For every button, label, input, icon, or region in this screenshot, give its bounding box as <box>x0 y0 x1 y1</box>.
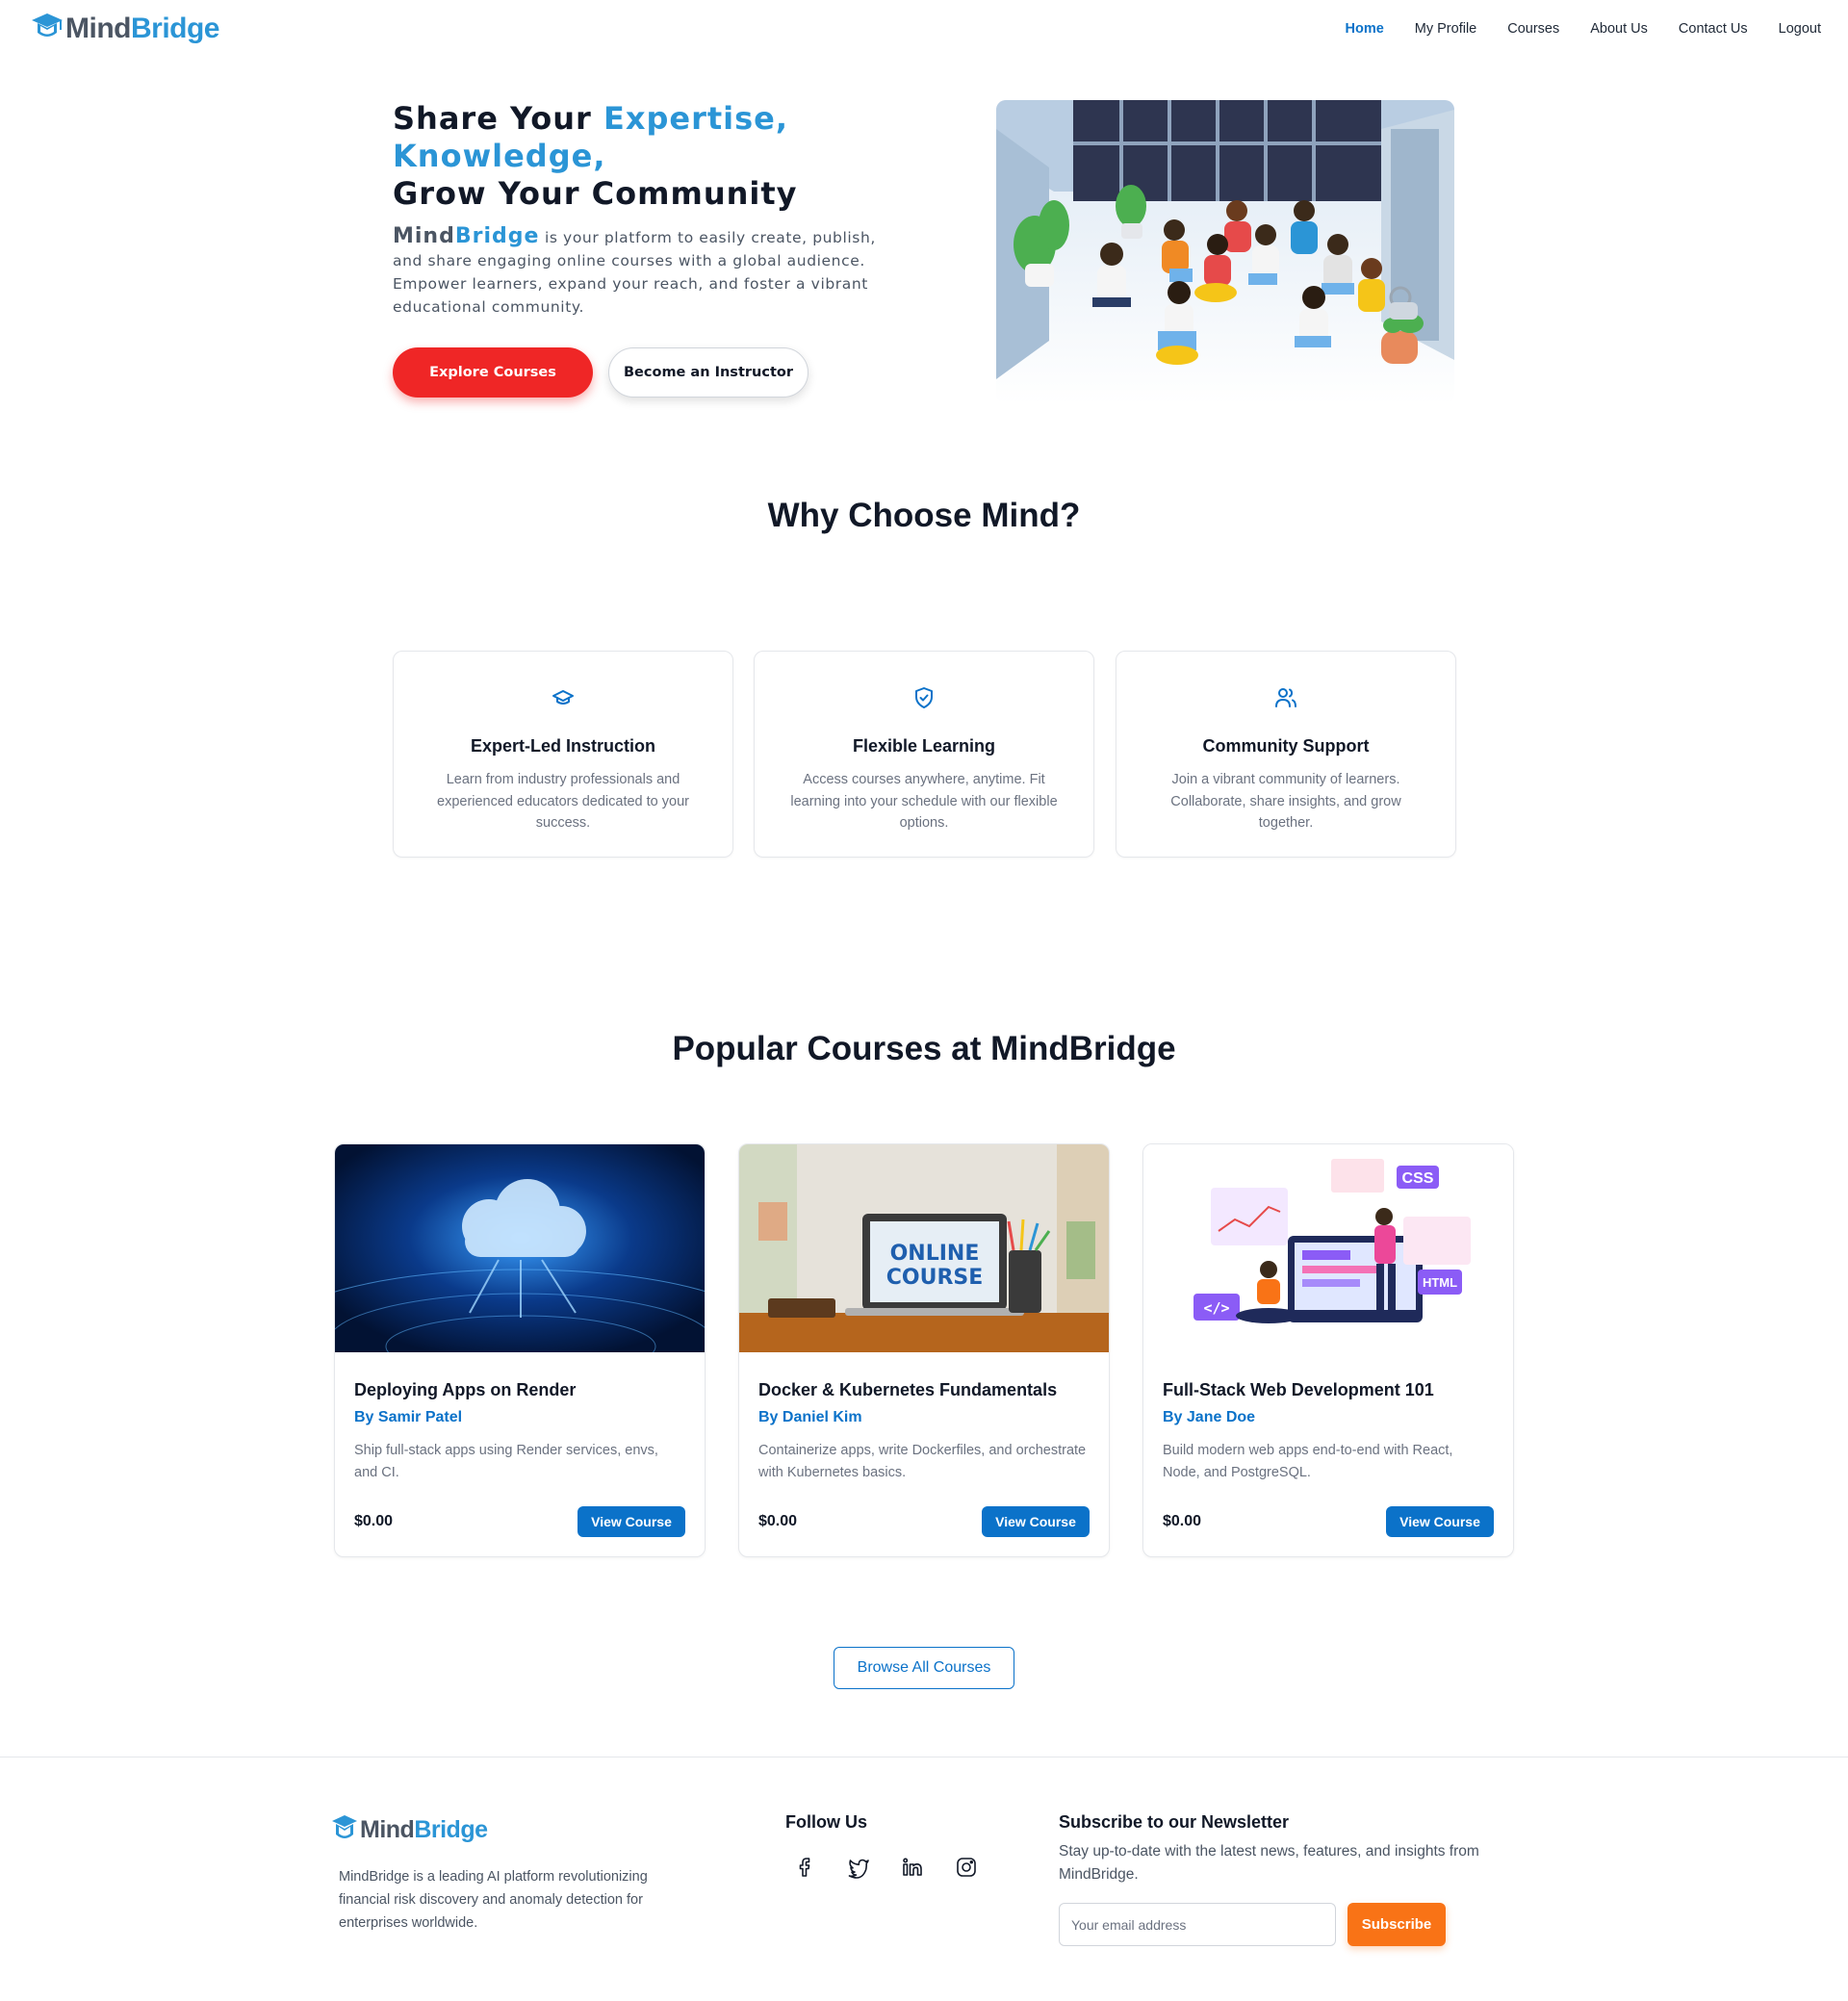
subscribe-button[interactable]: Subscribe <box>1348 1903 1446 1946</box>
top-navbar: MindBridge Home My Profile Courses About… <box>0 0 1848 60</box>
feature-description: Join a vibrant community of learners. Co… <box>1170 772 1401 831</box>
course-image-web-dev: CSS HTML </> <box>1143 1144 1513 1352</box>
become-instructor-button[interactable]: Become an Instructor <box>608 347 808 398</box>
view-course-button[interactable]: View Course <box>1386 1506 1494 1537</box>
course-image-cloud <box>335 1144 705 1352</box>
feature-title: Flexible Learning <box>852 736 996 756</box>
social-links <box>793 1856 978 1879</box>
nav-my-profile[interactable]: My Profile <box>1415 21 1476 37</box>
css-text: CSS <box>1402 1170 1434 1187</box>
linkedin-icon[interactable] <box>901 1856 924 1879</box>
graduation-cap-icon <box>552 686 575 714</box>
course-description: Containerize apps, write Dockerfiles, an… <box>758 1443 1087 1480</box>
feature-card-flexible: Flexible Learning Access courses anywher… <box>754 651 1094 858</box>
online-text: ONLINE <box>890 1242 980 1266</box>
course-card-fullstack[interactable]: CSS HTML </> Full-Stack Web Development … <box>1142 1143 1514 1557</box>
feature-description: Learn from industry professionals and ex… <box>437 772 689 831</box>
footer-brand-name: MindBridge <box>360 1816 488 1843</box>
brand-logo[interactable]: MindBridge <box>31 12 220 45</box>
feature-card-community: Community Support Join a vibrant communi… <box>1116 651 1456 858</box>
course-price: $0.00 <box>1163 1513 1202 1529</box>
course-title[interactable]: Deploying Apps on Render <box>354 1380 695 1400</box>
instagram-icon[interactable] <box>955 1856 978 1879</box>
feature-card-expert: Expert-Led Instruction Learn from indust… <box>393 651 733 858</box>
course-price: $0.00 <box>354 1513 394 1529</box>
footer-logo[interactable]: MindBridge <box>331 1813 488 1847</box>
follow-us-title: Follow Us <box>785 1812 867 1832</box>
nav-logout[interactable]: Logout <box>1779 21 1821 37</box>
newsletter-title: Subscribe to our Newsletter <box>1059 1812 1290 1832</box>
course-author: By Samir Patel <box>354 1409 463 1425</box>
graduation-cap-logo-icon <box>331 1813 358 1847</box>
nav-courses[interactable]: Courses <box>1507 21 1559 37</box>
nav-about-us[interactable]: About Us <box>1590 21 1648 37</box>
course-price: $0.00 <box>758 1513 798 1529</box>
course-card-render[interactable]: Deploying Apps on Render By Samir Patel … <box>334 1143 706 1557</box>
graduation-cap-logo-icon <box>31 12 64 45</box>
course-author: By Daniel Kim <box>758 1409 862 1425</box>
course-description: Ship full-stack apps using Render servic… <box>354 1443 658 1480</box>
facebook-icon[interactable] <box>793 1856 816 1879</box>
why-choose-title: Why Choose Mind? <box>767 497 1081 534</box>
nav-home[interactable]: Home <box>1345 21 1383 37</box>
feature-description: Access courses anywhere, anytime. Fit le… <box>790 772 1058 831</box>
course-card-docker[interactable]: ONLINE COURSE Docker & Kubernetes Fundam… <box>738 1143 1110 1557</box>
course-description: Build modern web apps end-to-end with Re… <box>1163 1443 1453 1480</box>
explore-courses-button[interactable]: Explore Courses <box>393 347 593 398</box>
hero-description: MindBridge is your platform to easily cr… <box>393 224 876 317</box>
hero-illustration <box>996 100 1454 404</box>
nav-contact-us[interactable]: Contact Us <box>1679 21 1748 37</box>
users-icon <box>1274 686 1297 714</box>
view-course-button[interactable]: View Course <box>982 1506 1090 1537</box>
feature-title: Community Support <box>1202 736 1370 756</box>
course-title[interactable]: Full-Stack Web Development 101 <box>1163 1380 1503 1400</box>
hero-title: Share Your Expertise, Knowledge, Grow Yo… <box>393 100 798 212</box>
twitter-icon[interactable] <box>847 1856 870 1879</box>
course-author: By Jane Doe <box>1163 1409 1256 1425</box>
newsletter-email-input[interactable] <box>1059 1903 1336 1946</box>
view-course-button[interactable]: View Course <box>578 1506 685 1537</box>
shield-check-icon <box>912 686 936 714</box>
newsletter-description: Stay up-to-date with the latest news, fe… <box>1059 1843 1479 1883</box>
brand-name: MindBridge <box>65 12 220 44</box>
browse-all-courses-button[interactable]: Browse All Courses <box>834 1647 1014 1689</box>
footer-about-text: MindBridge is a leading AI platform revo… <box>339 1869 648 1931</box>
popular-courses-title: Popular Courses at MindBridge <box>672 1030 1176 1067</box>
html-text: HTML <box>1423 1275 1457 1290</box>
hero-brand-name: MindBridge <box>393 224 540 248</box>
feature-title: Expert-Led Instruction <box>470 736 655 756</box>
svg-text:</>: </> <box>1203 1299 1229 1317</box>
course-text: COURSE <box>886 1266 984 1290</box>
nav-links: Home My Profile Courses About Us Contact… <box>1345 21 1821 37</box>
course-image-online-course: ONLINE COURSE <box>739 1144 1109 1352</box>
course-title[interactable]: Docker & Kubernetes Fundamentals <box>758 1380 1099 1400</box>
